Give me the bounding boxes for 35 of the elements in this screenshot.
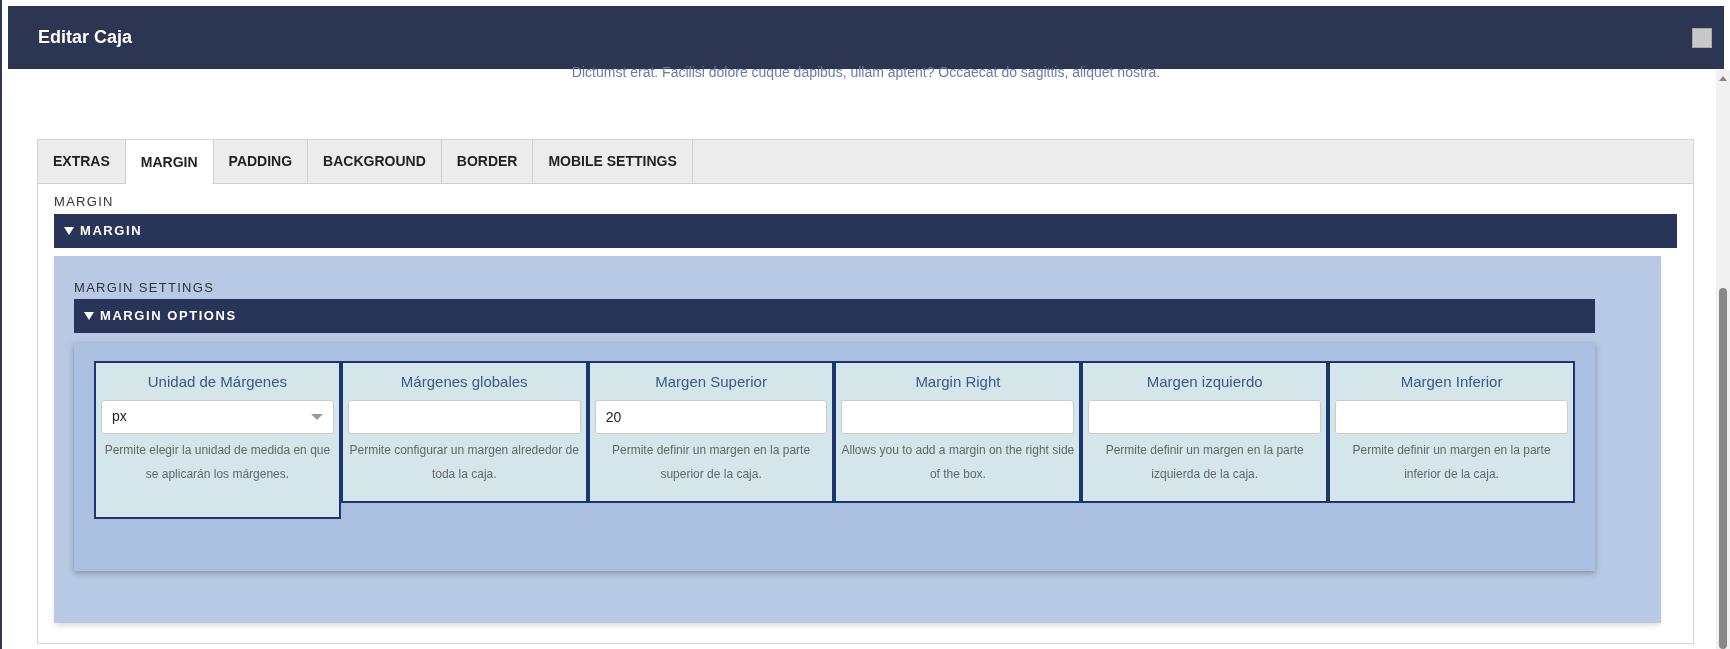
caret-down-icon	[64, 226, 74, 235]
scrollbar-thumb[interactable]	[1719, 288, 1727, 649]
input-field[interactable]	[841, 399, 1075, 434]
field-label: Margen Superior	[655, 372, 767, 392]
help-text: Permite definir un margen en la parte superior de la caja.	[611, 441, 812, 483]
help-text: Permite configurar un margen alrededor de toda la caja.	[348, 441, 580, 483]
field-label: Margin Right	[915, 372, 1001, 392]
section-title: MARGIN	[80, 221, 143, 240]
field-label: Margen Inferior	[1400, 372, 1503, 392]
input-field[interactable]	[1335, 399, 1568, 434]
help-text: Permite definir un margen en la parte izquierda de la caja.	[1104, 441, 1305, 483]
caret-down-icon	[310, 413, 323, 420]
section-label: MARGIN	[54, 193, 115, 211]
unit-select[interactable]: px	[101, 399, 334, 434]
select-value: px	[112, 407, 127, 426]
tab[interactable]: MARGIN	[125, 140, 214, 184]
scroll-up-icon	[1719, 76, 1727, 81]
section-title: MARGIN OPTIONS	[100, 307, 237, 326]
field-label: Unidad de Márgenes	[147, 372, 288, 392]
help-text: Allows you to add a margin on the right side of the box.	[841, 441, 1075, 483]
window-title: Editar Caja	[38, 26, 133, 49]
maximize-button[interactable]	[1692, 27, 1712, 48]
settings-label: MARGIN SETTINGS	[74, 278, 216, 297]
help-text: Permite elegir la unidad de medida en que se aplicarán los márgenes.	[103, 441, 332, 483]
field-label: Márgenes globales	[400, 372, 528, 392]
background-text: Dictumst erat. Facilisi dolore cuque dapibus, ullam aptent? Occaecat do sagittis, aliquet nostra.	[571, 63, 1161, 81]
caret-down-icon	[84, 312, 94, 320]
scrollbar[interactable]	[1716, 70, 1730, 649]
input-field[interactable]	[347, 399, 581, 434]
section-header[interactable]: MARGIN	[54, 213, 1677, 248]
input-field[interactable]	[1088, 399, 1322, 434]
section-header[interactable]: MARGIN OPTIONS	[74, 299, 1595, 333]
help-text: Permite definir un margen en la parte inferior de la caja.	[1351, 441, 1552, 483]
field-label: Margen izquierdo	[1146, 372, 1263, 392]
input-field[interactable]: 20	[594, 399, 828, 434]
